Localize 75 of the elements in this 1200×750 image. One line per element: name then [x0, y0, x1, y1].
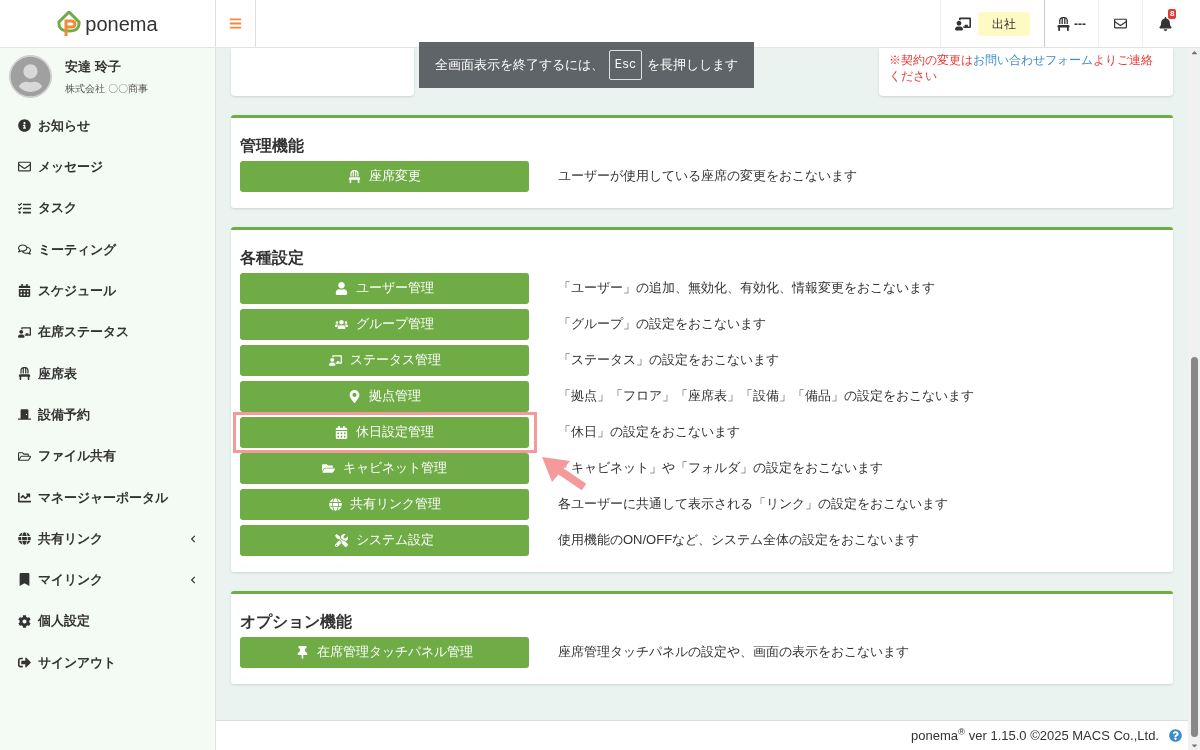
scrollbar-thumb[interactable]: [1190, 357, 1198, 737]
sidebar-item[interactable]: スケジュール: [0, 270, 215, 312]
setting-description: 座席管理タッチパネルの設定や、画面の表示をおこないます: [558, 643, 909, 662]
envelope-icon: [1114, 17, 1127, 30]
bookmark-icon: [18, 573, 31, 587]
logo-text: ponema: [85, 11, 158, 37]
people-icon: [335, 317, 348, 331]
map-pin-icon: [348, 389, 361, 403]
status-badge[interactable]: 出社: [978, 11, 1030, 36]
chair-icon: [1057, 16, 1070, 31]
calendar-icon: [18, 284, 31, 298]
folder-icon: [322, 461, 335, 475]
setting-description: 「ユーザー」の追加、無効化、有効化、情報変更をおこないます: [558, 279, 935, 298]
sidebar-item[interactable]: ファイル共有: [0, 435, 215, 477]
pointer-arrow: [542, 456, 587, 490]
section-title: オプション機能: [240, 612, 353, 632]
seat-label: ---: [1074, 15, 1086, 33]
logo-icon: [57, 10, 82, 37]
notification-count: 8: [1168, 9, 1177, 19]
pin-icon: [296, 645, 309, 659]
sidebar-item[interactable]: マイリンク: [0, 559, 215, 601]
section-title: 各種設定: [240, 248, 305, 268]
sidebar-item[interactable]: お知らせ: [0, 105, 215, 147]
calendar-icon: [335, 425, 348, 439]
setting-description: ユーザーが使用している座席の変更をおこないます: [558, 167, 857, 186]
menu-icon: [229, 17, 242, 30]
toast-text: 全画面表示を終了するには、: [434, 56, 604, 75]
help-icon[interactable]: [1169, 729, 1182, 742]
company-name: 株式会社 〇〇商事: [65, 82, 148, 97]
envelope-icon: [18, 160, 31, 174]
setting-description: 「ステータス」の設定をおこないます: [558, 351, 779, 370]
contact-form-link[interactable]: お問い合わせフォーム: [973, 53, 1093, 67]
section-title: 管理機能: [240, 136, 305, 156]
speech-bubbles-icon: [18, 243, 31, 257]
sidebar-item[interactable]: 個人設定: [0, 600, 215, 642]
setting-description: 「キャビネット」や「フォルダ」の設定をおこないます: [558, 459, 883, 478]
chair-icon: [348, 169, 361, 183]
door-icon: [18, 408, 31, 422]
footer-copyright: ponema$^{®}$ ver 1.15.0 ©2025 MACS Co.,Ltd.: [910, 725, 1159, 745]
folder-icon: [18, 449, 31, 463]
sidebar-item[interactable]: ミーティング: [0, 228, 215, 271]
sidebar-item[interactable]: サインアウト: [0, 641, 215, 684]
avatar: [9, 55, 52, 98]
sidebar-item[interactable]: マネージャーポータル: [0, 476, 215, 518]
setting-description: 「拠点」「フロア」「座席表」「設備」「備品」の設定をおこないます: [558, 387, 974, 406]
sidebar-item[interactable]: 共有リンク: [0, 517, 215, 560]
sidebar-item[interactable]: タスク: [0, 187, 215, 229]
setting-description: 使用機能のON/OFFなど、システム全体の設定をおこないます: [558, 531, 920, 550]
toast-text: を長押しします: [647, 56, 739, 75]
user-name: 安達 玲子: [65, 57, 122, 76]
sidebar-item[interactable]: 設備予約: [0, 394, 215, 436]
contract-notice: ※契約の変更はお問い合わせフォームよりご連絡ください: [889, 52, 1154, 84]
person-board-icon: [328, 353, 342, 367]
setting-description: 「休日」の設定をおこないます: [558, 423, 740, 442]
scroll-up-icon[interactable]: [1189, 48, 1199, 57]
person-board-icon: [18, 325, 31, 339]
notification-icon[interactable]: [1159, 16, 1172, 31]
sign-out-icon: [18, 656, 31, 669]
sidebar-item[interactable]: 在席ステータス: [0, 311, 215, 353]
line-chart-icon: [18, 490, 31, 504]
sidebar-item[interactable]: 座席表: [0, 352, 215, 395]
info-icon: [18, 119, 31, 133]
setting-description: 各ユーザーに共通して表示される「リンク」の設定をおこないます: [558, 495, 948, 514]
settings-icon: [18, 614, 31, 628]
setting-description: 「グループ」の設定をおこないます: [558, 315, 766, 334]
person-board-icon: [955, 16, 971, 31]
globe-icon: [328, 497, 342, 511]
globe-icon: [18, 532, 31, 546]
scroll-down-icon[interactable]: [1189, 741, 1199, 750]
chair-icon: [18, 366, 31, 380]
esc-key: Esc: [608, 50, 643, 80]
tools-icon: [335, 533, 348, 547]
checklist-icon: [18, 201, 31, 215]
sidebar-item[interactable]: メッセージ: [0, 146, 215, 188]
person-icon: [335, 281, 348, 295]
